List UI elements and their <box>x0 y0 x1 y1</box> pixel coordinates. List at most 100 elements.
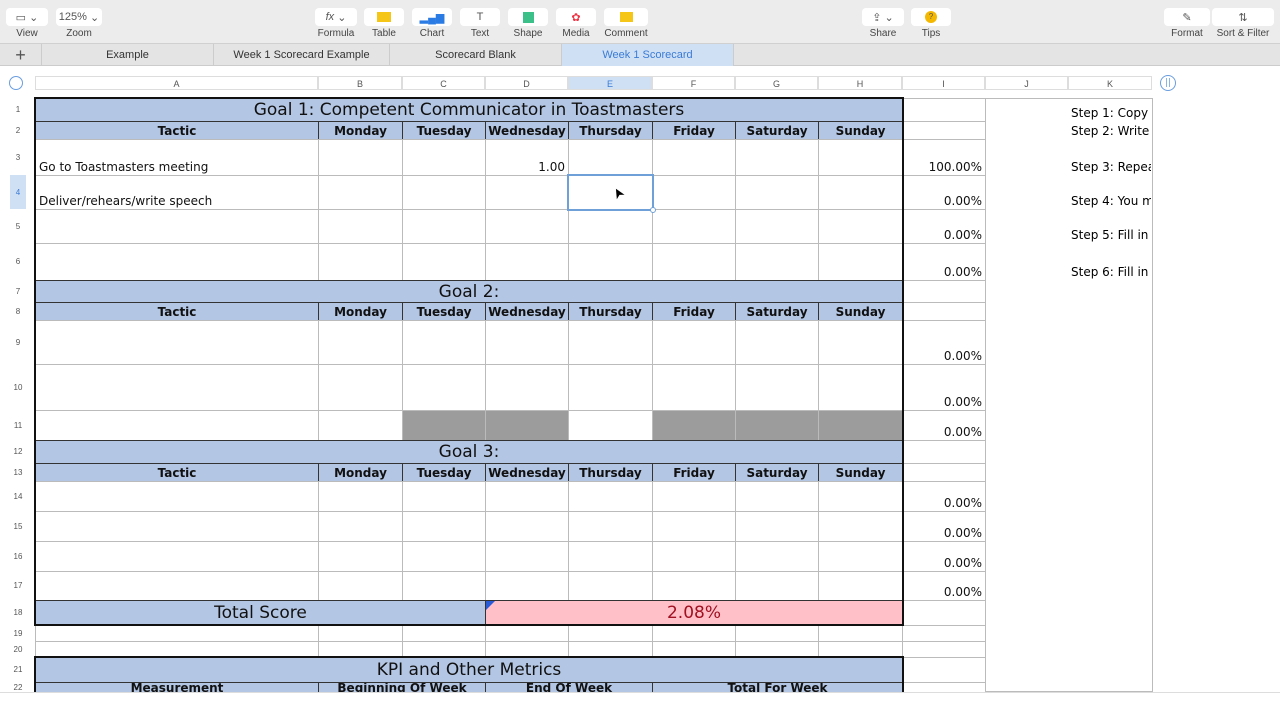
empty-cell[interactable] <box>35 625 319 642</box>
column-label-tactic[interactable]: Tactic <box>35 463 319 482</box>
day-cell[interactable] <box>652 209 736 244</box>
empty-cell[interactable] <box>568 641 653 658</box>
column-label-thursday[interactable]: Thursday <box>568 302 653 321</box>
day-cell[interactable] <box>402 243 486 281</box>
day-cell[interactable] <box>818 209 903 244</box>
column-label-sunday[interactable]: Sunday <box>818 463 903 482</box>
view-button[interactable]: ▭ ⌄ View <box>6 8 48 39</box>
row-header-12[interactable]: 12 <box>10 440 26 463</box>
day-cell[interactable] <box>735 139 819 176</box>
empty-cell[interactable] <box>818 625 903 642</box>
share-button[interactable]: ⇪ ⌄ Share <box>862 8 904 39</box>
row-header-20[interactable]: 20 <box>10 641 26 657</box>
row-header-14[interactable]: 14 <box>10 481 26 511</box>
column-label-thursday[interactable]: Thursday <box>568 121 653 140</box>
media-button[interactable]: ✿ Media <box>556 8 596 39</box>
score-cell[interactable]: 0.00% <box>902 571 986 601</box>
tab-scorecard-blank[interactable]: Scorecard Blank <box>390 44 562 66</box>
row-header-11[interactable]: 11 <box>10 410 26 440</box>
tactic-cell[interactable] <box>35 209 319 244</box>
goal2-title[interactable]: Goal 2: <box>35 280 903 303</box>
day-cell[interactable] <box>485 481 569 512</box>
day-cell[interactable] <box>652 243 736 281</box>
step-text[interactable]: Step 5: Fill in <box>1071 209 1151 243</box>
column-label-saturday[interactable]: Saturday <box>735 463 819 482</box>
tactic-cell[interactable] <box>35 243 319 281</box>
day-cell[interactable] <box>568 541 653 572</box>
empty-cell[interactable] <box>652 625 736 642</box>
column-label-monday[interactable]: Monday <box>318 302 403 321</box>
score-cell[interactable]: 0.00% <box>902 481 986 512</box>
day-cell[interactable] <box>652 320 736 365</box>
day-cell[interactable] <box>568 209 653 244</box>
day-cell[interactable] <box>485 410 569 441</box>
day-cell[interactable] <box>318 209 403 244</box>
day-cell[interactable] <box>652 410 736 441</box>
add-sheet-button[interactable]: + <box>0 44 42 66</box>
day-cell[interactable] <box>652 175 736 210</box>
day-cell[interactable] <box>485 243 569 281</box>
column-header-I[interactable]: I <box>902 76 985 90</box>
row-header-5[interactable]: 5 <box>10 209 26 243</box>
day-cell[interactable] <box>818 481 903 512</box>
row-header-13[interactable]: 13 <box>10 463 26 481</box>
row-header-15[interactable]: 15 <box>10 511 26 541</box>
day-cell[interactable] <box>818 571 903 601</box>
day-cell[interactable] <box>735 364 819 411</box>
column-label-saturday[interactable]: Saturday <box>735 302 819 321</box>
column-label-wednesday[interactable]: Wednesday <box>485 302 569 321</box>
day-cell[interactable] <box>735 410 819 441</box>
column-label-monday[interactable]: Monday <box>318 463 403 482</box>
day-cell[interactable] <box>35 481 319 512</box>
tactic-cell[interactable]: Deliver/rehears/write speech <box>35 175 319 210</box>
empty-cell[interactable] <box>485 641 569 658</box>
day-cell[interactable] <box>818 139 903 176</box>
score-cell[interactable]: 0.00% <box>902 541 986 572</box>
table-button[interactable]: Table <box>364 8 404 39</box>
select-table-handle[interactable] <box>9 76 23 90</box>
score-cell[interactable]: 0.00% <box>902 511 986 542</box>
day-cell[interactable] <box>485 511 569 542</box>
column-label-tuesday[interactable]: Tuesday <box>402 121 486 140</box>
day-cell[interactable] <box>652 541 736 572</box>
day-cell[interactable] <box>402 571 486 601</box>
text-button[interactable]: T Text <box>460 8 500 39</box>
day-cell[interactable] <box>485 209 569 244</box>
day-cell[interactable] <box>35 541 319 572</box>
day-cell[interactable] <box>35 410 319 441</box>
empty-cell[interactable] <box>485 625 569 642</box>
column-label-friday[interactable]: Friday <box>652 463 736 482</box>
row-header-10[interactable]: 10 <box>10 364 26 410</box>
tips-button[interactable]: ? Tips <box>911 8 951 39</box>
empty-cell[interactable] <box>818 641 903 658</box>
day-cell[interactable] <box>318 320 403 365</box>
day-cell[interactable] <box>568 481 653 512</box>
day-cell[interactable] <box>402 139 486 176</box>
day-cell[interactable] <box>568 243 653 281</box>
tab-week1-scorecard[interactable]: Week 1 Scorecard <box>562 44 734 66</box>
day-cell[interactable] <box>735 243 819 281</box>
day-cell[interactable] <box>735 571 819 601</box>
score-cell[interactable] <box>902 280 986 303</box>
day-cell[interactable] <box>652 364 736 411</box>
day-cell[interactable] <box>402 511 486 542</box>
column-label-friday[interactable]: Friday <box>652 302 736 321</box>
column-header-C[interactable]: C <box>402 76 485 90</box>
column-label-monday[interactable]: Monday <box>318 121 403 140</box>
row-header-7[interactable]: 7 <box>10 280 26 302</box>
add-column-handle[interactable]: || <box>1160 75 1176 91</box>
column-label-sunday[interactable]: Sunday <box>818 121 903 140</box>
day-cell[interactable] <box>485 320 569 365</box>
score-cell[interactable]: 0.00% <box>902 320 986 365</box>
tab-example[interactable]: Example <box>42 44 214 66</box>
day-cell[interactable] <box>735 209 819 244</box>
day-cell[interactable] <box>818 243 903 281</box>
day-cell[interactable] <box>568 139 653 176</box>
row-header-6[interactable]: 6 <box>10 243 26 280</box>
total-score-value[interactable]: 2.08% <box>485 600 903 626</box>
day-cell[interactable] <box>735 511 819 542</box>
row-header-3[interactable]: 3 <box>10 139 26 175</box>
column-label-tactic[interactable]: Tactic <box>35 121 319 140</box>
column-header-A[interactable]: A <box>35 76 318 90</box>
day-cell[interactable] <box>35 511 319 542</box>
